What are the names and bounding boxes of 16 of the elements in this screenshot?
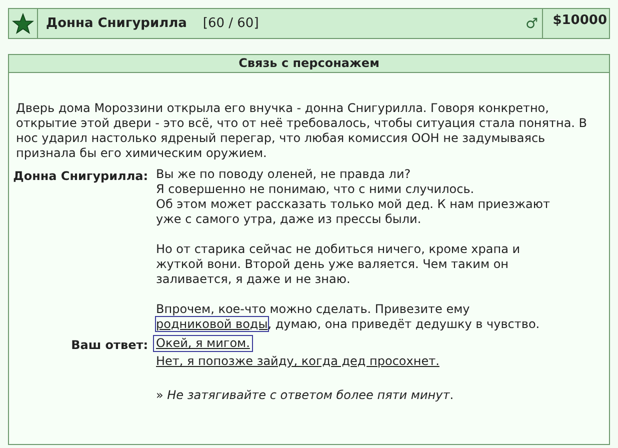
answer-link[interactable]: Нет, я попозже зайду, когда дед просохнет. xyxy=(154,354,442,369)
item-link[interactable]: родниковой воды xyxy=(156,317,268,331)
character-name: Донна Снигурилла xyxy=(46,14,187,33)
answer-link[interactable]: Окей, я мигом. xyxy=(154,336,252,351)
answer-label: Ваш ответ: xyxy=(71,338,148,352)
dialog-text: Впрочем, кое-что можно сделать. Привезите ему родниковой воды, думаю, она приведёт дедушку в чувство. xyxy=(156,302,541,332)
panel-title: Связь с персонажем xyxy=(9,55,609,73)
dialog-text: Вы же по поводу оленей, не правда ли? Я совершенно не понимаю, что с ними случилось. Об этом может рассказать только мой дед. К нам приезжают уже с самого утра, даже из прессы были. xyxy=(156,167,551,227)
health-counter: [60 / 60] xyxy=(202,14,259,33)
intro-text: Дверь дома Мороззини открыла его внучка - донна Снигурилла. Говоря конкретно, открытие этой двери - это всё, что от неё требовалось, чтобы ситуация стала понятна. В нос ударил настолько ядреный перегар, что любая комиссия ООН не задумываясь признала бы его химическим оружием. xyxy=(16,101,588,161)
star-icon xyxy=(12,12,34,34)
time-limit-note: » Не затягивайте с ответом более пяти минут. xyxy=(156,388,454,403)
gender-icon: ♂ xyxy=(525,16,538,30)
dialog-text: Но от старика сейчас не добиться ничего, кроме храпа и жуткой вони. Второй день уже валяется. Чем таким он заливается, я даже и не знаю. xyxy=(156,242,522,287)
money-amount: $10000 xyxy=(552,12,607,30)
speaker-label: Донна Снигурилла: xyxy=(13,169,148,183)
